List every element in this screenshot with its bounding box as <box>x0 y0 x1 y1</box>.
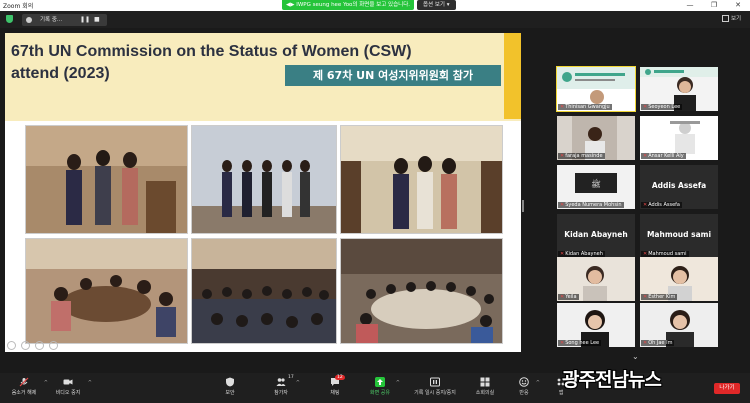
chat-unread-badge: 12 <box>335 375 345 380</box>
mic-muted-icon: ✕ <box>560 153 565 159</box>
participant-tile[interactable]: ✕Seoyeon Lee <box>640 67 718 111</box>
slide-korean-banner: 제 67차 UN 여성지위위원회 참가 <box>285 65 501 86</box>
stop-video-button[interactable]: 비디오 중지 ^ <box>50 377 92 396</box>
grid-icon <box>722 15 729 22</box>
view-button[interactable]: 보기 <box>722 14 741 22</box>
mic-muted-icon: ✕ <box>560 294 565 300</box>
annotate-pen-icon[interactable] <box>7 341 16 350</box>
video-camera-icon <box>63 379 73 385</box>
participant-tile[interactable]: Mahmoud sami ✕Mahmoud sami <box>640 214 718 258</box>
chat-button[interactable]: 채팅 12 <box>325 375 345 396</box>
participant-tile[interactable]: Kidan Abayneh ✕Kidan Abayneh <box>557 214 635 258</box>
participant-display-name: Addis Assefa <box>651 181 707 190</box>
annotate-highlight-icon[interactable] <box>21 341 30 350</box>
participant-tile[interactable]: ✕Esther Kim <box>640 257 718 301</box>
mic-muted-icon: ✕ <box>643 340 648 346</box>
slide-photo-3 <box>340 125 503 234</box>
maximize-button[interactable]: ❐ <box>702 0 726 11</box>
pause-recording-button[interactable]: ❚❚ <box>80 14 90 26</box>
share-screen-button[interactable]: 화면 공유 ^ <box>366 377 400 396</box>
participants-button[interactable]: 참가자 17 ^ <box>268 375 300 396</box>
breakout-rooms-button[interactable]: 소회의실 <box>472 377 498 396</box>
smiley-icon <box>519 377 529 387</box>
participant-tile[interactable]: ﷺ ✕Syeda Numera Mohsin <box>557 165 635 209</box>
leave-meeting-button[interactable]: 나가기 <box>714 383 740 394</box>
people-icon <box>276 378 286 386</box>
participant-display-name: Mahmoud sami <box>646 230 712 239</box>
mic-muted-icon: ✕ <box>643 202 648 208</box>
chevron-up-icon[interactable]: ^ <box>396 380 400 386</box>
annotate-eraser-icon[interactable] <box>35 341 44 350</box>
shared-slide: 67th UN Commission on the Status of Wome… <box>5 33 521 352</box>
shield-icon[interactable] <box>6 15 13 23</box>
share-status-banner: ◀▶ IWPG seung hee Yoo의 화면을 보고 있습니다. <box>282 0 415 10</box>
shield-icon <box>226 377 234 387</box>
chevron-up-icon[interactable]: ^ <box>536 380 540 386</box>
mic-muted-icon: ✕ <box>560 202 565 208</box>
recording-indicator: 기록 중... ❚❚ ■ <box>22 14 107 26</box>
mic-muted-icon: ✕ <box>560 104 565 110</box>
record-icon <box>26 17 32 23</box>
slide-photo-1 <box>25 125 188 234</box>
pause-stop-recording-button[interactable]: 기록 일시 중지/중지 <box>408 377 462 396</box>
close-button[interactable]: ✕ <box>726 0 750 11</box>
slide-title-line2: attend (2023) <box>11 65 110 82</box>
stage-splitter-handle[interactable] <box>522 200 524 212</box>
minimize-button[interactable]: — <box>678 0 702 11</box>
slide-photo-6 <box>340 238 503 344</box>
participant-tile[interactable]: ✕Oh Jae Im <box>640 303 718 347</box>
slide-title-line1: 67th UN Commission on the Status of Wome… <box>11 43 412 60</box>
slide-photo-5 <box>191 238 337 344</box>
gallery-scroll-down-icon[interactable]: ⌄ <box>632 352 639 361</box>
recording-label: 기록 중... <box>40 17 63 23</box>
mic-muted-icon: ✕ <box>643 104 648 110</box>
reactions-button[interactable]: 반응 ^ <box>514 377 540 396</box>
annotate-zoom-icon[interactable] <box>49 341 58 350</box>
view-options-button[interactable]: 옵션 보기 ▾ <box>417 0 456 10</box>
stop-recording-button[interactable]: ■ <box>94 14 100 26</box>
slide-photo-4 <box>25 238 188 344</box>
chevron-up-icon[interactable]: ^ <box>296 380 300 386</box>
mic-muted-icon: ✕ <box>643 294 648 300</box>
participant-display-name: Kidan Abayneh <box>564 230 628 239</box>
slide-annotation-tools <box>7 341 58 350</box>
svg-text:ﷺ: ﷺ <box>591 178 601 189</box>
security-button[interactable]: 보안 <box>219 377 241 396</box>
app-title: Zoom 회의 <box>3 3 34 10</box>
mic-muted-icon <box>19 377 29 387</box>
mic-muted-icon: ✕ <box>643 153 648 159</box>
share-screen-icon <box>375 377 385 387</box>
grid-icon <box>480 377 490 387</box>
window-controls: — ❐ ✕ <box>678 0 750 11</box>
participant-tile[interactable]: ✕Yeila <box>557 257 635 301</box>
chevron-down-icon: ▾ <box>446 2 450 8</box>
participant-tile[interactable]: ✕Thinisan Gwangju <box>556 66 636 112</box>
slide-accent-bar <box>504 33 521 119</box>
participant-tile[interactable]: Addis Assefa ✕Addis Assefa <box>640 165 718 209</box>
meeting-topbar <box>0 11 750 28</box>
participant-tile[interactable]: ✕faraja masinde <box>557 116 635 160</box>
mic-muted-icon: ✕ <box>560 340 565 346</box>
watermark-logo: 광주전남뉴스 <box>562 369 662 391</box>
share-icon: ◀▶ <box>286 2 295 8</box>
chevron-up-icon[interactable]: ^ <box>88 380 92 386</box>
unmute-button[interactable]: 음소거 해제 ^ <box>6 377 48 396</box>
participant-tile[interactable]: ✕Ansar Kelli Aly <box>640 116 718 160</box>
participant-tile[interactable]: ✕Song hee Lee <box>557 303 635 347</box>
pause-record-icon <box>430 377 440 387</box>
slide-photo-2 <box>191 125 337 234</box>
chevron-up-icon[interactable]: ^ <box>44 380 48 386</box>
participant-count: 17 <box>288 375 294 380</box>
